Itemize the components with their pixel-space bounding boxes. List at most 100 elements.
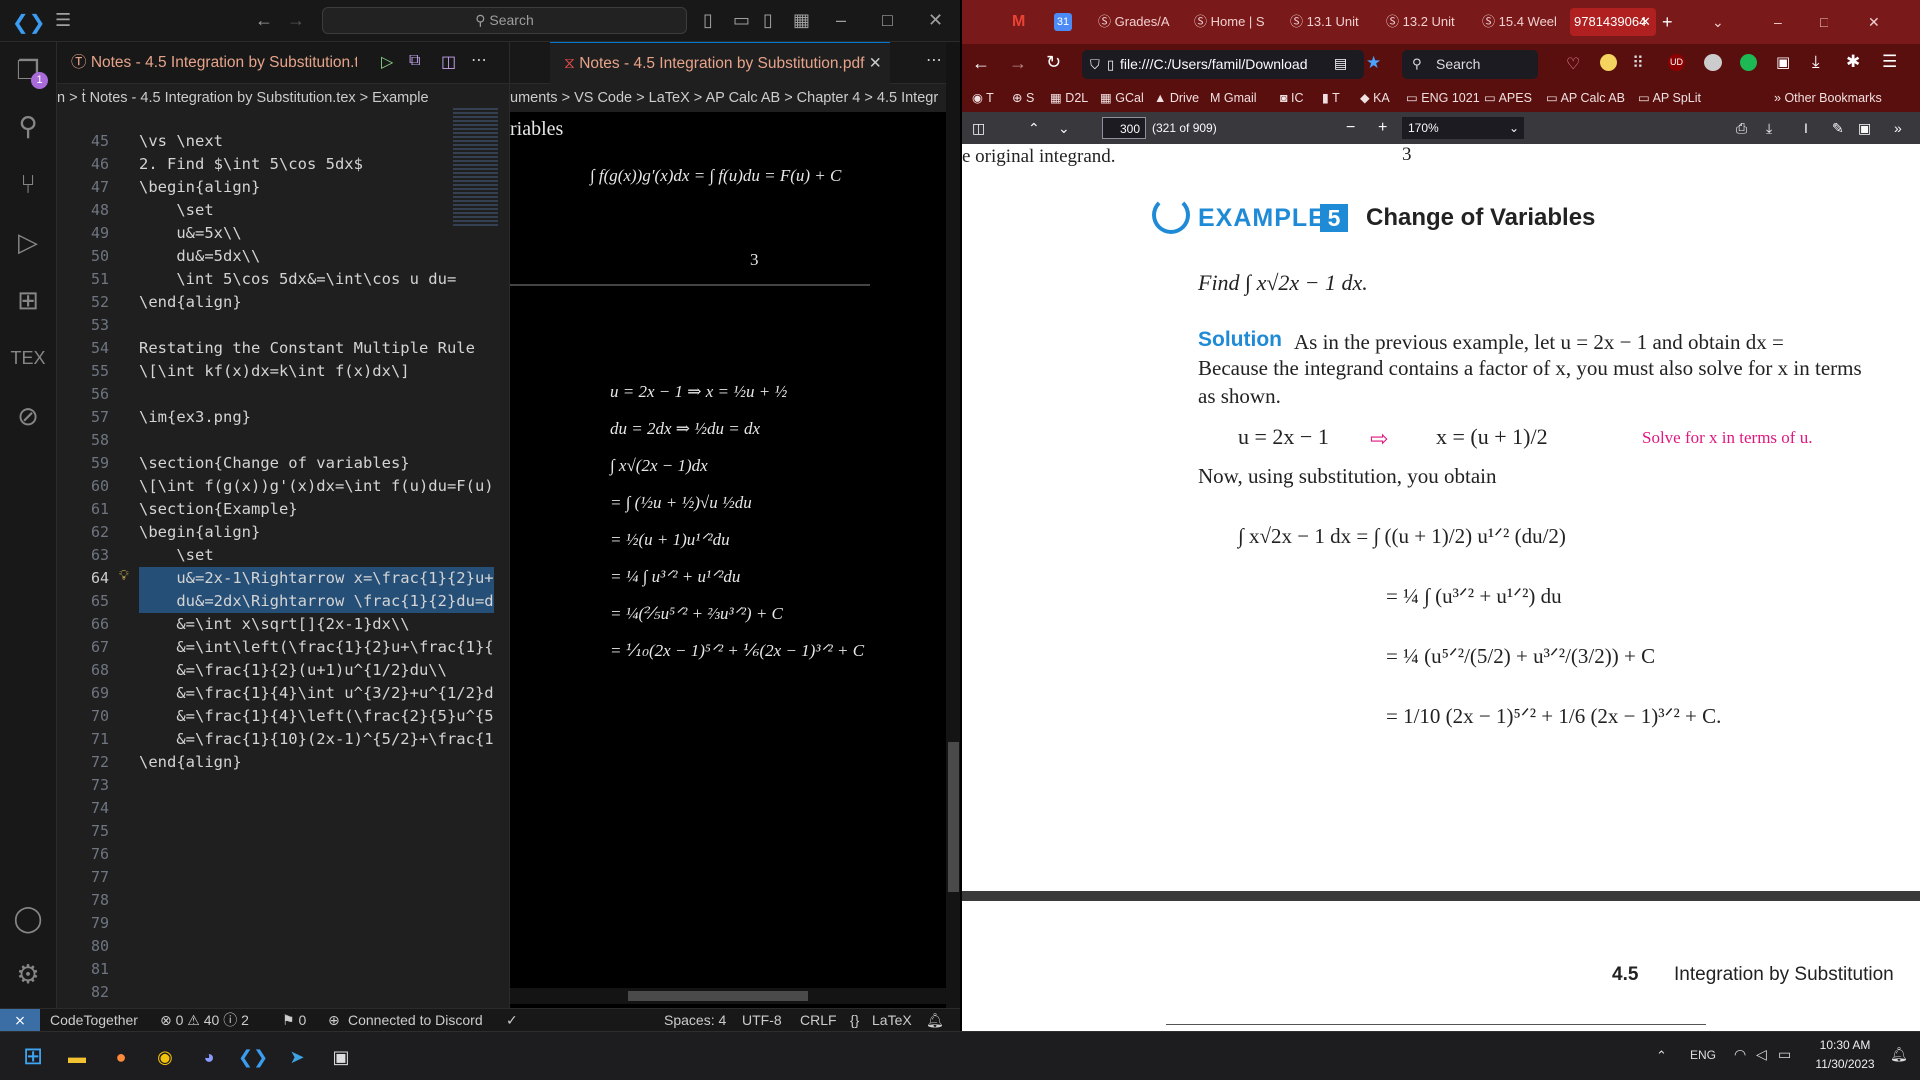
tab-pdf-file[interactable]: ⧖ Notes - 4.5 Integration by Substitutio… — [550, 42, 890, 84]
close-tab-icon[interactable]: ✕ — [864, 55, 882, 72]
minimap[interactable] — [453, 108, 498, 228]
code-line[interactable]: &=\frac{1}{4}\left(\frac{2}{5}u^{5 — [139, 705, 493, 728]
zoom-in-icon[interactable]: + — [1378, 112, 1387, 144]
code-line[interactable]: \set — [139, 199, 213, 222]
code-line[interactable]: &=\frac{1}{4}\int u^{3/2}+u^{1/2}d — [139, 682, 493, 705]
run-icon[interactable]: ▷ — [381, 52, 393, 72]
code-line[interactable]: 2. Find $\int 5\cos 5dx$ — [139, 153, 363, 176]
reload-icon[interactable]: ↻ — [1046, 52, 1061, 73]
browser-tab[interactable]: Ⓢ 13.2 Unit — [1386, 8, 1474, 36]
search-icon[interactable]: ⚲ — [10, 108, 46, 144]
bookmark-item[interactable]: ◆ KA — [1360, 84, 1390, 112]
check-icon[interactable]: ✓ — [506, 1009, 518, 1031]
pocket-icon[interactable]: ♡ — [1566, 54, 1580, 74]
close-icon[interactable]: ✕ — [1868, 8, 1880, 36]
split-editor-icon[interactable]: ◫ — [441, 52, 456, 72]
bookmark-item[interactable]: ◙ IC — [1280, 84, 1304, 112]
bookmark-item[interactable]: ⊕ S — [1012, 84, 1034, 112]
new-tab-icon[interactable]: + — [1662, 8, 1673, 36]
extensions-puzzle-icon[interactable]: ✱ — [1846, 52, 1860, 72]
code-line[interactable]: u&=2x-1\Rightarrow x=\frac{1}{2}u+ — [139, 567, 494, 590]
vertical-scroll-thumb[interactable] — [948, 742, 959, 892]
save-icon[interactable]: ⤓ — [1766, 112, 1772, 144]
code-line[interactable]: \[\int f(g(x))g'(x)dx=\int f(u)du=F(u) — [139, 475, 494, 498]
browser-tab[interactable]: Ⓢ Grades/A — [1098, 8, 1186, 36]
code-line[interactable]: \im{ex3.png} — [139, 406, 251, 429]
bookmark-star-icon[interactable]: ★ — [1366, 53, 1381, 73]
extensions-icon[interactable]: ⊞ — [10, 282, 46, 318]
status-encoding[interactable]: UTF-8 — [742, 1009, 782, 1031]
grid-extension-icon[interactable]: ⠿ — [1632, 53, 1644, 73]
bookmark-item[interactable]: ▭ ENG 1021 — [1406, 84, 1480, 112]
code-line[interactable]: \set — [139, 544, 213, 567]
app-menu-icon[interactable]: ☰ — [1882, 52, 1897, 72]
code-line[interactable]: Restating the Constant Multiple Rule — [139, 337, 475, 360]
volume-icon[interactable]: ◁ — [1756, 1046, 1767, 1063]
discord-icon[interactable]: ◕ — [194, 1042, 224, 1072]
browser-tab[interactable]: Ⓢ 13.1 Unit — [1290, 8, 1378, 36]
forward-arrow-icon[interactable]: → — [1009, 53, 1027, 74]
bookmark-item[interactable]: » Other Bookmarks — [1774, 84, 1882, 112]
clock-date[interactable]: 11/30/2023 — [1810, 1057, 1880, 1071]
code-line[interactable]: &=\int x\sqrt[]{2x-1}dx\\ — [139, 613, 409, 636]
ublock-icon[interactable]: UD — [1668, 54, 1685, 71]
code-line[interactable]: du&=5dx\\ — [139, 245, 260, 268]
forward-arrow-icon[interactable]: → — [287, 10, 305, 31]
lightbulb-icon[interactable]: 💡︎ — [119, 567, 129, 584]
sidebar-toggle-icon[interactable]: ◫ — [972, 112, 985, 144]
next-page-icon[interactable]: ⌄ — [1058, 112, 1070, 144]
firefox-icon[interactable]: ● — [106, 1042, 136, 1072]
more-tools-icon[interactable]: » — [1894, 112, 1902, 144]
code-line[interactable]: &=\frac{1}{10}(2x-1)^{5/2}+\frac{1 — [139, 728, 493, 751]
windows-start-icon[interactable]: ⊞ — [18, 1042, 48, 1072]
minimize-icon[interactable]: – — [836, 10, 846, 31]
bookmark-item[interactable]: ◉ T — [972, 84, 994, 112]
extension-icon[interactable] — [1600, 54, 1617, 71]
telegram-icon[interactable]: ➤ — [282, 1042, 312, 1072]
code-line[interactable]: &=\frac{1}{2}(u+1)u^{1/2}du\\ — [139, 659, 447, 682]
code-line[interactable]: \section{Change of variables} — [139, 452, 410, 475]
bookmark-item[interactable]: ▲ Drive — [1154, 84, 1199, 112]
chrome-icon[interactable]: ◉ — [150, 1042, 180, 1072]
bookmark-item[interactable]: ▮ T — [1322, 84, 1340, 112]
status-spaces[interactable]: Spaces: 4 — [664, 1009, 726, 1031]
toggle-panel-icon[interactable]: ▭ — [733, 10, 750, 31]
close-tab-icon[interactable]: ✕ — [1640, 8, 1651, 36]
open-preview-icon[interactable]: ⧉ — [409, 52, 420, 70]
menu-icon[interactable]: ☰ — [55, 10, 71, 31]
close-icon[interactable]: ✕ — [928, 10, 943, 31]
maximize-icon[interactable]: □ — [1820, 8, 1828, 36]
bookmark-item[interactable]: ▭ APES — [1484, 84, 1532, 112]
status-discord[interactable]: Connected to Discord — [348, 1009, 483, 1031]
back-arrow-icon[interactable]: ← — [972, 53, 990, 74]
downloads-icon[interactable]: ⤓ — [1812, 52, 1820, 72]
pdf-page-view[interactable]: e original integrand. 3 EXAMPLE 5 Change… — [962, 144, 1920, 1031]
more-actions-icon[interactable]: ⋯ — [471, 50, 487, 70]
page-number-input[interactable]: 300 — [1102, 117, 1146, 139]
status-language[interactable]: LaTeX — [872, 1009, 912, 1031]
more-actions-icon[interactable]: ⋯ — [926, 50, 942, 70]
notion-icon[interactable]: ▣ — [1776, 53, 1790, 71]
image-icon[interactable]: ▣ — [1858, 112, 1871, 144]
horizontal-scroll-thumb[interactable] — [628, 991, 808, 1001]
source-control-icon[interactable]: ⑂ — [10, 166, 46, 202]
zoom-out-icon[interactable]: − — [1346, 112, 1355, 144]
bookmark-item[interactable]: ▦ D2L — [1050, 84, 1088, 112]
notification-bell-icon[interactable]: 🔔︎ — [1890, 1046, 1908, 1063]
zoom-select[interactable]: 170% ⌄ — [1402, 117, 1524, 139]
calendar-tab-icon[interactable]: 31 — [1054, 13, 1072, 31]
command-search-input[interactable]: ⚲ Search — [322, 7, 687, 34]
previous-page-icon[interactable]: ⌃ — [1028, 112, 1040, 144]
toggle-primary-sidebar-icon[interactable]: ▯ — [703, 10, 713, 31]
grammarly-icon[interactable] — [1740, 54, 1757, 71]
code-line[interactable]: \[\int kf(x)dx=k\int f(x)dx\] — [139, 360, 410, 383]
bookmark-item[interactable]: ▦ GCal — [1100, 84, 1144, 112]
maximize-icon[interactable]: □ — [882, 10, 893, 31]
remote-explorer-icon[interactable]: ⊘ — [10, 398, 46, 434]
bookmark-item[interactable]: M Gmail — [1210, 84, 1257, 112]
code-line[interactable]: u&=5x\\ — [139, 222, 241, 245]
gmail-tab-icon[interactable]: M — [1012, 8, 1025, 36]
clock-time[interactable]: 10:30 AM — [1810, 1038, 1880, 1052]
tab-tex-file[interactable]: Ⓣ Notes - 4.5 Integration by Substitutio… — [57, 42, 357, 84]
mask-extension-icon[interactable] — [1704, 54, 1722, 71]
